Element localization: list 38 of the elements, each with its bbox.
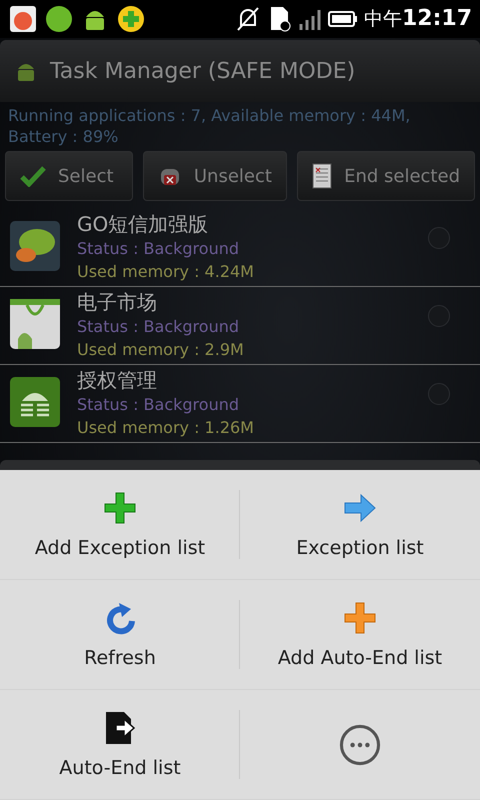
notification-icon: [44, 4, 74, 34]
app-name: GO短信加强版: [77, 211, 210, 237]
app-row[interactable]: 电子市场 Status : Background Used memory : 2.9M: [0, 287, 480, 365]
battery-icon: [328, 10, 358, 28]
menu-item[interactable]: Add Auto-End list: [278, 646, 442, 668]
app-row[interactable]: GO短信加强版 Status : Background Used memory : 4.24M: [0, 209, 480, 287]
menu-item[interactable]: Add Exception list: [34, 536, 206, 558]
clock-text: 中午12:17: [364, 6, 472, 32]
app-memory: Used memory : 4.24M: [77, 261, 255, 283]
app-status: Status : Background: [77, 394, 240, 416]
document-icon: [312, 163, 332, 189]
menu-item[interactable]: Refresh: [84, 646, 156, 668]
app-name: 授权管理: [77, 367, 158, 393]
radio-button[interactable]: [428, 305, 450, 327]
shopping-bag-icon: [10, 299, 60, 349]
plus-icon: [103, 490, 137, 524]
radio-button[interactable]: [428, 227, 450, 249]
action-button[interactable]: End selected: [297, 151, 475, 201]
app-row[interactable]: 授权管理 Status : Background Used memory : 1.26M: [0, 365, 480, 443]
more-icon[interactable]: [339, 724, 381, 766]
app-memory: Used memory : 1.26M: [77, 417, 255, 439]
app-status: Status : Background: [77, 238, 240, 260]
app-status: Status : Background: [77, 316, 240, 338]
check-icon: [20, 165, 46, 187]
chat-bubble-icon: [10, 221, 60, 271]
plus-icon: [343, 600, 377, 634]
menu-item[interactable]: Auto-End list: [59, 756, 181, 778]
document-export-icon: [103, 710, 137, 744]
action-button[interactable]: Select: [5, 151, 133, 201]
radio-button[interactable]: [428, 383, 450, 405]
plus-icon: [116, 4, 146, 34]
app-name: 电子市场: [77, 289, 158, 315]
action-button[interactable]: Unselect: [142, 151, 288, 201]
window-title: Task Manager (SAFE MODE): [50, 58, 356, 84]
summary-text: Running applications : 7, Available memory : 44M, Battery : 89%: [7, 105, 412, 148]
app-notification-icon: [8, 4, 38, 34]
menu-item[interactable]: Exception list: [296, 536, 424, 558]
app-memory: Used memory : 2.9M: [77, 339, 245, 361]
